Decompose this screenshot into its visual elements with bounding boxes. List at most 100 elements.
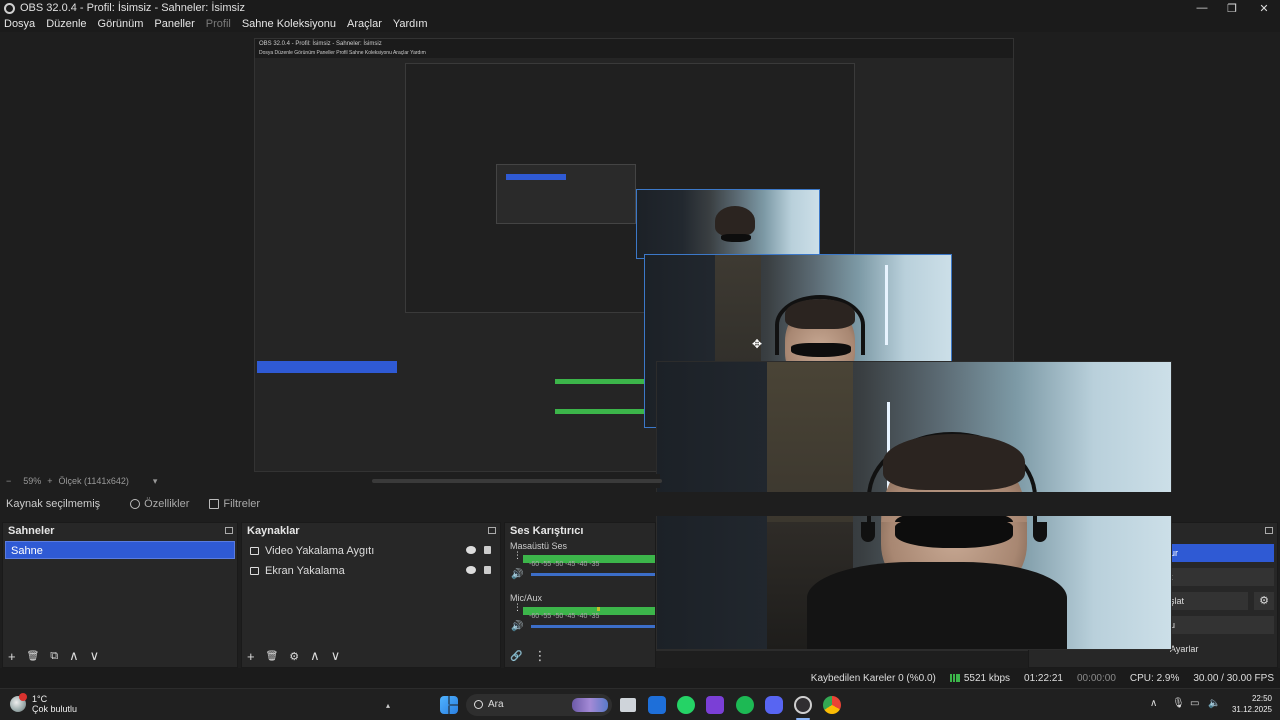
- source-item-video-capture[interactable]: Video Yakalama Aygıtı: [242, 541, 500, 561]
- speaker-icon[interactable]: 🔊: [511, 569, 523, 580]
- nested-window-title: OBS 32.0.4 - Profil: İsimsiz - Sahneler:…: [255, 39, 1013, 49]
- undock-icon[interactable]: [225, 527, 233, 534]
- scale-dropdown[interactable]: ▾: [153, 476, 158, 487]
- task-view-icon[interactable]: [620, 698, 636, 712]
- volume-slider[interactable]: [531, 573, 655, 576]
- close-button[interactable]: ✕: [1250, 0, 1278, 16]
- menu-scene-collection[interactable]: Sahne Koleksiyonu: [242, 18, 336, 30]
- move-scene-up-button[interactable]: ∧: [69, 648, 79, 664]
- move-source-up-button[interactable]: ∧: [310, 648, 320, 664]
- move-cursor-icon: ✥: [752, 337, 763, 351]
- remove-scene-button[interactable]: 🗑: [27, 651, 40, 662]
- advanced-audio-button[interactable]: 🔗: [510, 651, 522, 662]
- mixer-channel-desktop: Masaüstü Ses ⋮ -60 -55 -50 -45 -40 -35 🔊: [505, 541, 655, 593]
- channel-menu-icon[interactable]: ⋮: [513, 603, 522, 612]
- fps-readout: 30.00 / 30.00 FPS: [1193, 672, 1274, 684]
- scene-filters-button[interactable]: ⧉: [50, 650, 58, 663]
- menu-help[interactable]: Yardım: [393, 18, 428, 30]
- preview-status-strip: − 59% + Ölçek (1141x642) ▾: [0, 474, 662, 488]
- discord-icon[interactable]: [765, 696, 783, 714]
- lock-icon[interactable]: [484, 546, 491, 554]
- scenes-footer: + 🗑 ⧉ ∧ ∨: [3, 645, 237, 667]
- sources-dock-title: Kaynaklar: [242, 523, 500, 541]
- move-source-down-button[interactable]: ∨: [331, 648, 341, 664]
- clock-time: 22:50: [1251, 694, 1272, 703]
- menu-docks[interactable]: Paneller: [154, 18, 194, 30]
- properties-button[interactable]: Özellikler: [130, 498, 189, 510]
- editor-app-icon[interactable]: [706, 696, 724, 714]
- volume-icon[interactable]: 🔈: [1208, 699, 1220, 709]
- maximize-button[interactable]: ❐: [1218, 0, 1246, 16]
- taskbar-search[interactable]: Ara: [466, 694, 612, 716]
- clock-date: 31.12.2025: [1231, 705, 1272, 714]
- menu-file[interactable]: Dosya: [4, 18, 35, 30]
- cpu-usage: CPU: 2.9%: [1129, 672, 1180, 684]
- undock-icon[interactable]: [1265, 527, 1273, 534]
- weather-widget[interactable]: 1°C Çok bulutlu: [10, 693, 78, 714]
- taskbar-clock[interactable]: 22:50 31.12.2025: [1232, 693, 1272, 715]
- webcam-capture-level-3: [636, 189, 820, 259]
- sources-dock: Kaynaklar Video Yakalama Aygıtı Ekran Ya…: [241, 522, 501, 668]
- obs-taskbar-icon[interactable]: [794, 696, 812, 714]
- source-properties-button[interactable]: ⚙: [289, 650, 299, 663]
- weather-temp: 1°C: [32, 694, 48, 704]
- monitor-icon: [250, 567, 259, 575]
- signal-icon: [949, 673, 960, 682]
- menu-profile[interactable]: Profil: [206, 18, 231, 30]
- speaker-icon[interactable]: 🔊: [511, 621, 523, 632]
- zoom-out-button[interactable]: −: [6, 476, 11, 486]
- window-titlebar: OBS 32.0.4 - Profil: İsimsiz - Sahneler:…: [0, 0, 1280, 16]
- mixer-title: Ses Karıştırıcı: [510, 525, 584, 537]
- source-item-screen-capture[interactable]: Ekran Yakalama: [242, 561, 500, 581]
- lock-icon[interactable]: [484, 566, 491, 574]
- gear-icon[interactable]: ⚙: [1254, 592, 1274, 610]
- chrome-icon[interactable]: [823, 696, 841, 714]
- add-source-button[interactable]: +: [247, 649, 255, 664]
- vscode-icon[interactable]: [648, 696, 666, 714]
- no-source-selected-label: Kaynak seçilmemiş: [6, 498, 101, 510]
- sources-footer: + 🗑 ⚙ ∧ ∨: [242, 645, 500, 667]
- add-scene-button[interactable]: +: [8, 649, 16, 664]
- mixer-menu-button[interactable]: ⋮: [533, 648, 546, 664]
- windows-taskbar: 1°C Çok bulutlu ▴ Ara ∧ 🎙 ▭ 🔈 22:50 31.1…: [0, 688, 1280, 720]
- spotify-icon[interactable]: [736, 696, 754, 714]
- live-timer: 01:22:21: [1024, 672, 1063, 684]
- mixer-dock-title: Ses Karıştırıcı: [505, 523, 655, 541]
- visibility-eye-icon[interactable]: [466, 546, 476, 554]
- obs-app-icon: [4, 2, 15, 14]
- menu-edit[interactable]: Düzenle: [46, 18, 86, 30]
- remove-source-button[interactable]: 🗑: [266, 651, 279, 662]
- preview-canvas[interactable]: OBS 32.0.4 - Profil: İsimsiz - Sahneler:…: [0, 32, 1280, 651]
- zoom-in-button[interactable]: +: [47, 476, 52, 486]
- meter-ticks: -60 -55 -50 -45 -40 -35: [529, 613, 600, 620]
- volume-slider[interactable]: [531, 625, 655, 628]
- windows-start-icon[interactable]: [440, 696, 458, 714]
- channel-menu-icon[interactable]: ⋮: [513, 551, 522, 560]
- visibility-eye-icon[interactable]: [466, 566, 476, 574]
- menu-view[interactable]: Görünüm: [98, 18, 144, 30]
- source-toolbar: Kaynak seçilmemiş Özellikler Filtreler: [0, 492, 1280, 516]
- zoom-level: 59%: [23, 476, 42, 486]
- filters-button[interactable]: Filtreler: [209, 498, 260, 510]
- scenes-dock-title: Sahneler: [3, 523, 237, 541]
- search-highlight-icon: [572, 698, 608, 712]
- undock-icon[interactable]: [488, 527, 496, 534]
- scene-item-sahne[interactable]: Sahne: [5, 541, 235, 559]
- source-label: Video Yakalama Aygıtı: [265, 545, 375, 557]
- menu-tools[interactable]: Araçlar: [347, 18, 382, 30]
- preview-horizontal-scrollbar[interactable]: [372, 479, 662, 483]
- tray-overflow-icon[interactable]: ∧: [1150, 699, 1160, 709]
- mixer-footer: 🔗 ⋮: [505, 645, 655, 667]
- search-icon: [474, 700, 483, 709]
- properties-label: Özellikler: [144, 498, 190, 510]
- meter-ticks: -60 -55 -50 -45 -40 -35: [529, 561, 600, 568]
- window-title: OBS 32.0.4 - Profil: İsimsiz - Sahneler:…: [20, 2, 245, 14]
- whatsapp-icon[interactable]: [677, 696, 695, 714]
- minimize-button[interactable]: —: [1188, 0, 1216, 16]
- weather-desc: Çok bulutlu: [32, 704, 78, 714]
- scenes-title: Sahneler: [8, 525, 55, 537]
- network-icon[interactable]: ▭: [1190, 699, 1200, 709]
- move-scene-down-button[interactable]: ∨: [90, 648, 100, 664]
- widget-chevron-icon[interactable]: ▴: [386, 701, 394, 710]
- microphone-icon[interactable]: 🎙: [1172, 699, 1185, 709]
